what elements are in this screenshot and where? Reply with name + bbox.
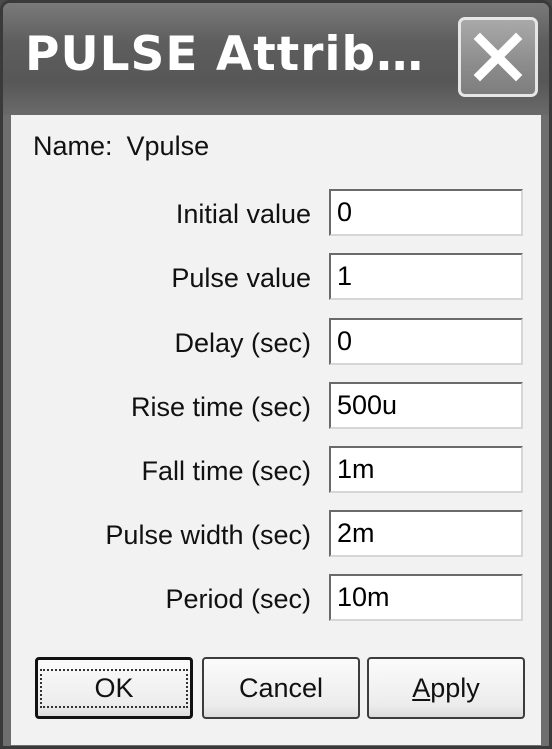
- rise-time-label: Rise time (sec): [130, 392, 311, 422]
- ok-button[interactable]: OK: [35, 657, 193, 719]
- fall-time-field[interactable]: [329, 446, 523, 493]
- ok-button-label: OK: [40, 668, 188, 708]
- cancel-button-label: Cancel: [238, 672, 324, 703]
- apply-button-label: Apply: [412, 672, 480, 703]
- rise-time-field[interactable]: [329, 382, 523, 429]
- pulse-width-field[interactable]: [329, 510, 523, 557]
- pulse-value-field[interactable]: [329, 253, 523, 300]
- apply-button[interactable]: Apply: [367, 657, 525, 719]
- period-field[interactable]: [329, 574, 523, 621]
- delay-field[interactable]: [329, 318, 523, 365]
- close-icon: [473, 32, 523, 82]
- fall-time-label: Fall time (sec): [141, 456, 311, 486]
- pulse-width-label: Pulse width (sec): [105, 520, 311, 550]
- title-bar[interactable]: PULSE Attrib…: [3, 3, 549, 115]
- period-label: Period (sec): [165, 584, 311, 614]
- window-title: PULSE Attrib…: [25, 27, 425, 82]
- initial-value-label: Initial value: [175, 199, 311, 229]
- delay-label: Delay (sec): [174, 328, 311, 358]
- pulse-value-label: Pulse value: [171, 263, 311, 293]
- name-row: Name: Vpulse: [33, 131, 209, 162]
- dialog-window: PULSE Attrib… Name: Vpulse Initial value …: [0, 0, 552, 749]
- name-value: Vpulse: [126, 131, 210, 161]
- cancel-button[interactable]: Cancel: [202, 657, 360, 719]
- close-button[interactable]: [458, 17, 538, 97]
- name-label: Name:: [33, 131, 113, 161]
- initial-value-field[interactable]: [329, 189, 523, 236]
- dialog-body: Name: Vpulse Initial value Pulse value De…: [11, 115, 541, 745]
